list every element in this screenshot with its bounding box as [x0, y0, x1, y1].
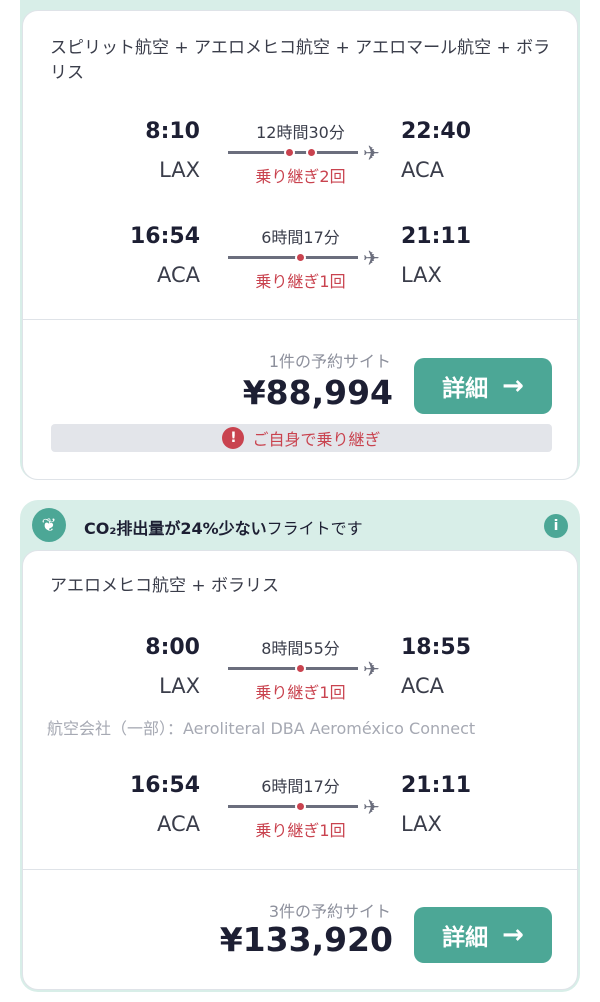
leaf-icon: ❦	[32, 508, 66, 542]
details-label: 詳細	[442, 925, 489, 951]
arrival-time: 18:55	[401, 635, 472, 660]
route-line	[228, 147, 358, 158]
divider	[23, 869, 579, 870]
stop-dot	[295, 801, 306, 812]
departure-airport: LAX	[159, 158, 200, 182]
route-line	[228, 663, 358, 674]
eco-banner: ❦ CO₂排出量が24%少ないフライトです i	[20, 500, 580, 550]
eco-text: CO₂排出量が24%少ないフライトです	[84, 515, 363, 539]
stop-dot	[295, 252, 306, 263]
details-button[interactable]: 詳細 →	[414, 907, 552, 963]
duration: 8時間55分	[261, 639, 340, 658]
departure-time: 8:10	[145, 119, 200, 144]
info-icon[interactable]: i	[544, 514, 568, 538]
departure-airport: ACA	[156, 263, 200, 287]
arrow-right-icon: →	[502, 920, 524, 950]
stops-label: 乗り継ぎ1回	[255, 821, 346, 840]
airplane-icon: ✈	[363, 795, 380, 819]
results-list: スピリット航空 + アエロメヒコ航空 + アエロマール航空 + ボラリス 8:1…	[0, 0, 600, 1002]
airplane-icon: ✈	[363, 657, 380, 681]
airplane-icon: ✈	[363, 246, 380, 270]
price: ¥88,994	[242, 373, 393, 412]
divider	[23, 319, 579, 320]
details-button[interactable]: 詳細 →	[414, 358, 552, 414]
arrow-right-icon: →	[502, 371, 524, 401]
booking-sites-count: 3件の予約サイト	[268, 902, 391, 921]
airplane-icon: ✈	[363, 141, 380, 165]
airlines-label: アエロメヒコ航空 + ボラリス	[50, 576, 280, 596]
outbound-leg: 8:10 LAX 12時間30分 ✈ 乗り継ぎ2回 22:40 ACA	[23, 119, 579, 199]
flight-result-card[interactable]: スピリット航空 + アエロメヒコ航空 + アエロマール航空 + ボラリス 8:1…	[22, 10, 579, 480]
arrival-airport: ACA	[401, 674, 445, 698]
departure-time: 8:00	[145, 635, 200, 660]
route-line	[228, 801, 358, 812]
arrival-airport: ACA	[401, 158, 445, 182]
departure-time: 16:54	[129, 224, 200, 249]
departure-airport: ACA	[156, 812, 200, 836]
route-line	[228, 252, 358, 263]
stop-dot	[306, 147, 317, 158]
arrival-airport: LAX	[401, 812, 442, 836]
self-transfer-warning: ! ご自身で乗り継ぎ	[51, 424, 552, 452]
stop-dot	[284, 147, 295, 158]
outbound-leg: 8:00 LAX 8時間55分 ✈ 乗り継ぎ1回 18:55 ACA	[23, 635, 579, 715]
operated-by: 航空会社（一部）：Aeroliteral DBA Aeroméxico Conn…	[47, 719, 476, 738]
airlines-label: スピリット航空 + アエロメヒコ航空 + アエロマール航空 + ボラリス	[50, 38, 551, 83]
arrival-time: 22:40	[401, 119, 472, 144]
return-leg: 16:54 ACA 6時間17分 ✈ 乗り継ぎ1回 21:11 LAX	[23, 224, 579, 304]
price: ¥133,920	[219, 920, 393, 959]
booking-sites-count: 1件の予約サイト	[268, 352, 391, 371]
exclamation-circle-icon: !	[222, 427, 245, 449]
flight-result-card[interactable]: アエロメヒコ航空 + ボラリス 8:00 LAX 8時間55分 ✈ 乗り継ぎ1回…	[22, 550, 579, 990]
stops-label: 乗り継ぎ1回	[255, 683, 346, 702]
duration: 12時間30分	[256, 123, 345, 142]
stop-dot	[295, 663, 306, 674]
stops-label: 乗り継ぎ2回	[255, 167, 346, 186]
arrival-time: 21:11	[401, 773, 472, 798]
arrival-airport: LAX	[401, 263, 442, 287]
warning-text: ご自身で乗り継ぎ	[252, 430, 381, 449]
duration: 6時間17分	[261, 777, 340, 796]
return-leg: 16:54 ACA 6時間17分 ✈ 乗り継ぎ1回 21:11 LAX	[23, 773, 579, 853]
duration: 6時間17分	[261, 228, 340, 247]
details-label: 詳細	[442, 376, 489, 402]
departure-airport: LAX	[159, 674, 200, 698]
stops-label: 乗り継ぎ1回	[255, 272, 346, 291]
departure-time: 16:54	[129, 773, 200, 798]
arrival-time: 21:11	[401, 224, 472, 249]
eco-highlight: CO₂排出量が24%少ない	[84, 519, 267, 538]
eco-suffix: フライトです	[266, 519, 363, 538]
